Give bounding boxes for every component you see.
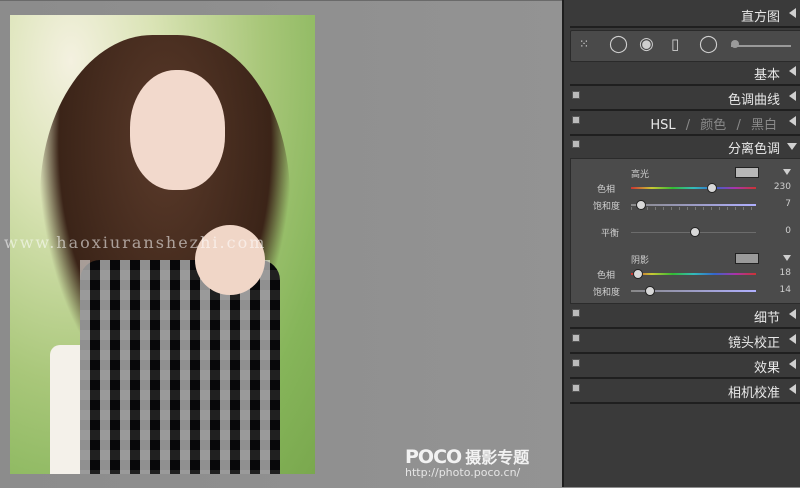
- poco-url: http://photo.poco.cn/: [405, 466, 521, 479]
- highlight-hue-slider[interactable]: [707, 183, 717, 193]
- section-effects[interactable]: 效果: [570, 353, 800, 379]
- highlight-color-chip[interactable]: [735, 167, 759, 178]
- watermark-url: www.haoxiuranshezhi.com: [4, 233, 267, 252]
- sat-label: 饱和度: [593, 288, 621, 298]
- image-canvas: www.haoxiuranshezhi.com POCO 摄影专题 http://…: [0, 0, 562, 488]
- highlight-hue-value[interactable]: 230: [774, 182, 791, 192]
- section-hsl[interactable]: HSL / 颜色 / 黑白: [570, 110, 800, 136]
- shadow-sat-slider[interactable]: [644, 286, 655, 296]
- slider-ticks: [631, 207, 756, 210]
- poco-brand: POCO: [405, 446, 462, 468]
- section-camera[interactable]: 相机校准: [570, 378, 800, 404]
- collapse-arrow-icon[interactable]: [789, 116, 796, 126]
- detail-title: 细节: [753, 311, 780, 326]
- radial-filter-icon[interactable]: ◯: [699, 34, 718, 54]
- panel-toggle-switch[interactable]: [572, 384, 580, 392]
- photo-face: [130, 70, 225, 190]
- highlight-hue-row: 色相 230: [571, 181, 800, 195]
- poco-brand-cn: 摄影专题: [465, 448, 530, 467]
- poco-logo: POCO 摄影专题 http://photo.poco.cn/: [405, 444, 529, 479]
- split-toning-title: 分离色调: [727, 142, 780, 157]
- collapse-arrow-icon[interactable]: [789, 309, 796, 319]
- tab-hsl[interactable]: HSL: [650, 118, 675, 133]
- shadow-hue-slider[interactable]: [633, 269, 644, 279]
- split-toning-controls: 高光 色相 230 饱和度 7 平衡 0 阴影 色相 18 饱和度 14: [570, 158, 800, 304]
- highlights-label: 高光: [631, 170, 650, 180]
- red-eye-icon[interactable]: ◉: [639, 34, 654, 54]
- brush-icon[interactable]: [731, 40, 739, 48]
- balance-label: 平衡: [601, 229, 620, 239]
- photo-dress: [80, 260, 280, 474]
- shadow-sat-row: 饱和度 14: [571, 284, 800, 298]
- highlight-sat-track[interactable]: [631, 204, 756, 206]
- effects-title: 效果: [753, 361, 780, 376]
- brush-slider-track[interactable]: [731, 45, 791, 47]
- balance-value[interactable]: 0: [785, 226, 791, 236]
- panel-toggle-switch[interactable]: [572, 359, 580, 367]
- tone-curve-title: 色调曲线: [727, 93, 780, 108]
- expand-arrow-icon[interactable]: [787, 143, 797, 150]
- collapse-arrow-icon[interactable]: [789, 359, 796, 369]
- highlight-picker-icon[interactable]: [783, 169, 791, 175]
- tab-color[interactable]: 颜色: [700, 118, 726, 133]
- section-tone-curve[interactable]: 色调曲线: [570, 85, 800, 111]
- section-detail[interactable]: 细节: [570, 303, 800, 329]
- panel-toggle-switch[interactable]: [572, 309, 580, 317]
- tool-strip: ⁙ ◯ ◉ ▯ ◯: [570, 30, 800, 62]
- highlight-hue-track[interactable]: [631, 187, 756, 189]
- crop-grid-icon[interactable]: ⁙: [579, 37, 589, 51]
- panel-toggle-switch[interactable]: [572, 140, 580, 148]
- section-split-toning[interactable]: 分离色调: [570, 134, 800, 160]
- highlight-sat-value[interactable]: 7: [785, 199, 791, 209]
- histogram-title: 直方图: [740, 10, 780, 25]
- shadow-picker-icon[interactable]: [783, 255, 791, 261]
- collapse-arrow-icon[interactable]: [789, 8, 796, 18]
- collapse-arrow-icon[interactable]: [789, 334, 796, 344]
- basic-title: 基本: [753, 68, 780, 83]
- shadows-label: 阴影: [631, 256, 650, 266]
- section-basic[interactable]: 基本: [570, 60, 800, 86]
- panel-toggle-switch[interactable]: [572, 334, 580, 342]
- separator: /: [736, 118, 741, 133]
- panel-toggle-switch[interactable]: [572, 116, 580, 124]
- shadow-sat-value[interactable]: 14: [780, 285, 791, 295]
- section-histogram[interactable]: 直方图: [570, 2, 800, 28]
- collapse-arrow-icon[interactable]: [789, 91, 796, 101]
- highlight-sat-row: 饱和度 7: [571, 198, 800, 212]
- spot-removal-icon[interactable]: ◯: [609, 34, 628, 54]
- highlight-sat-slider[interactable]: [635, 200, 646, 210]
- sat-label: 饱和度: [593, 202, 621, 212]
- balance-row: 平衡 0: [571, 225, 800, 239]
- collapse-arrow-icon[interactable]: [789, 66, 796, 76]
- shadow-hue-track[interactable]: [631, 273, 756, 275]
- section-lens[interactable]: 镜头校正: [570, 328, 800, 354]
- hsl-title: HSL / 颜色 / 黑白: [647, 114, 780, 133]
- hue-label: 色相: [597, 185, 616, 195]
- camera-title: 相机校准: [727, 386, 780, 401]
- shadow-color-chip[interactable]: [735, 253, 759, 264]
- lens-title: 镜头校正: [727, 336, 780, 351]
- balance-slider[interactable]: [689, 227, 700, 237]
- collapse-arrow-icon[interactable]: [789, 384, 796, 394]
- shadow-hue-value[interactable]: 18: [780, 268, 791, 278]
- tab-bw[interactable]: 黑白: [751, 118, 777, 133]
- hue-label: 色相: [597, 271, 616, 281]
- separator: /: [685, 118, 691, 133]
- shadow-hue-row: 色相 18: [571, 267, 800, 281]
- graduated-filter-icon[interactable]: ▯: [671, 35, 679, 53]
- develop-panel: 直方图 ⁙ ◯ ◉ ▯ ◯ 基本 色调曲线 HSL / 颜色 / 黑白 分离色调: [562, 0, 800, 487]
- panel-toggle-switch[interactable]: [572, 91, 580, 99]
